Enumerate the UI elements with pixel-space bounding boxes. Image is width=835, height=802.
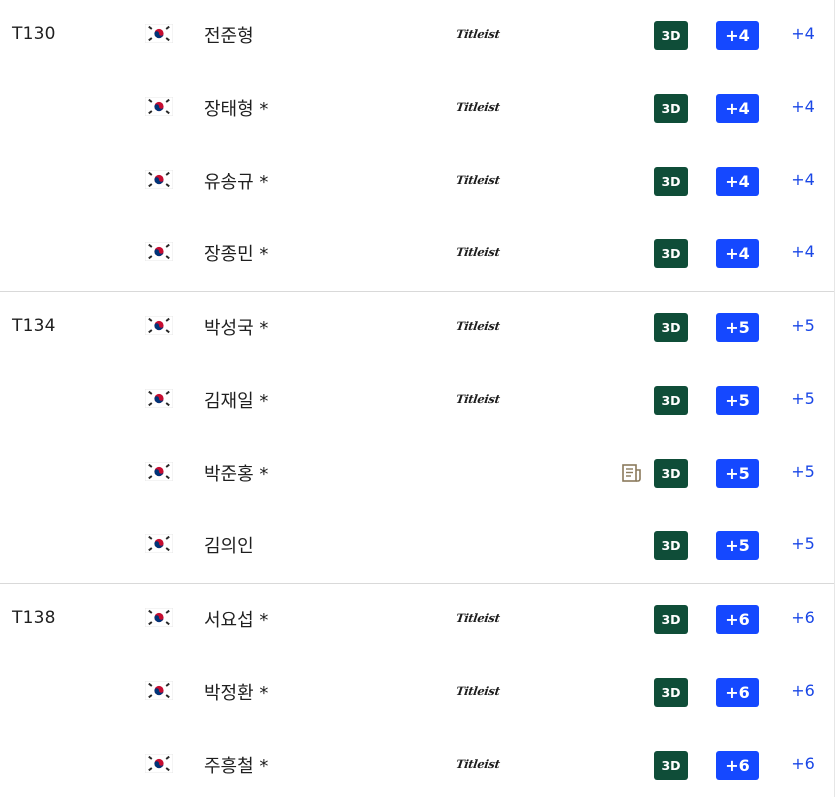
score-badge[interactable]: +5 [716,531,759,560]
three-d-button[interactable]: 3D [654,239,688,268]
score-badge[interactable]: +4 [716,94,759,123]
three-d-button[interactable]: 3D [654,459,688,488]
total-score: +4 [785,242,821,261]
total-score: +5 [785,534,821,553]
equipment-brand-logo: Titleist [455,319,501,333]
total-score: +6 [785,754,821,773]
leaderboard: T130 전준형 Titleist 3D +4 +4 장태형 * Titleis… [0,0,835,797]
korea-flag-icon [145,462,173,481]
three-d-button[interactable]: 3D [654,94,688,123]
three-d-button[interactable]: 3D [654,605,688,634]
player-row[interactable]: 박정환 * Titleist 3D +6 +6 [0,657,834,730]
score-badge[interactable]: +6 [716,678,759,707]
total-score: +5 [785,389,821,408]
score-badge[interactable]: +6 [716,605,759,634]
player-name[interactable]: 박정환 * [204,679,268,705]
leaderboard-group: T134 박성국 * Titleist 3D +5 +5 김재일 * Title… [0,292,834,584]
player-name[interactable]: 전준형 [204,22,254,48]
total-score: +4 [785,24,821,43]
korea-flag-icon [145,389,173,408]
player-name[interactable]: 유송규 * [204,168,268,194]
korea-flag-icon [145,608,173,627]
three-d-button[interactable]: 3D [654,531,688,560]
score-badge[interactable]: +4 [716,239,759,268]
korea-flag-icon [145,170,173,189]
score-badge[interactable]: +6 [716,751,759,780]
leaderboard-group: T138 서요섭 * Titleist 3D +6 +6 박정환 * Title… [0,584,834,802]
player-row[interactable]: T130 전준형 Titleist 3D +4 +4 [0,0,834,73]
korea-flag-icon [145,681,173,700]
player-row[interactable]: 장태형 * Titleist 3D +4 +4 [0,73,834,146]
score-badge[interactable]: +4 [716,167,759,196]
player-name[interactable]: 김의인 [204,532,254,558]
total-score: +5 [785,462,821,481]
player-name[interactable]: 박준홍 * [204,460,268,486]
equipment-brand-logo: Titleist [455,173,501,187]
korea-flag-icon [145,24,173,43]
total-score: +6 [785,608,821,627]
score-badge[interactable]: +5 [716,313,759,342]
korea-flag-icon [145,242,173,261]
player-row[interactable]: 김의인 3D +5 +5 [0,510,834,583]
three-d-button[interactable]: 3D [654,21,688,50]
equipment-brand-logo: Titleist [455,611,501,625]
three-d-button[interactable]: 3D [654,678,688,707]
leaderboard-group: T130 전준형 Titleist 3D +4 +4 장태형 * Titleis… [0,0,834,292]
score-badge[interactable]: +4 [716,21,759,50]
player-name[interactable]: 장종민 * [204,240,268,266]
player-row[interactable]: 유송규 * Titleist 3D +4 +4 [0,146,834,219]
three-d-button[interactable]: 3D [654,167,688,196]
player-row[interactable]: 박준홍 * 3D +5 +5 [0,438,834,511]
equipment-brand-logo: Titleist [455,245,501,259]
player-row[interactable]: 김재일 * Titleist 3D +5 +5 [0,365,834,438]
player-name[interactable]: 장태형 * [204,95,268,121]
korea-flag-icon [145,316,173,335]
equipment-brand-logo: Titleist [455,684,501,698]
player-name[interactable]: 주흥철 * [204,752,268,778]
korea-flag-icon [145,534,173,553]
player-row[interactable]: T138 서요섭 * Titleist 3D +6 +6 [0,584,834,657]
three-d-button[interactable]: 3D [654,386,688,415]
total-score: +6 [785,681,821,700]
total-score: +4 [785,97,821,116]
three-d-button[interactable]: 3D [654,751,688,780]
equipment-brand-logo: Titleist [455,757,501,771]
player-name[interactable]: 김재일 * [204,387,268,413]
total-score: +5 [785,316,821,335]
player-row[interactable]: T134 박성국 * Titleist 3D +5 +5 [0,292,834,365]
player-row[interactable]: 주흥철 * Titleist 3D +6 +6 [0,730,834,802]
position-label: T134 [12,316,56,336]
three-d-button[interactable]: 3D [654,313,688,342]
score-badge[interactable]: +5 [716,459,759,488]
player-name[interactable]: 박성국 * [204,314,268,340]
equipment-brand-logo: Titleist [455,392,501,406]
score-badge[interactable]: +5 [716,386,759,415]
equipment-brand-logo: Titleist [455,27,501,41]
player-row[interactable]: 장종민 * Titleist 3D +4 +4 [0,218,834,291]
position-label: T138 [12,608,56,628]
equipment-brand-logo: Titleist [455,100,501,114]
news-article-icon[interactable] [621,463,643,483]
korea-flag-icon [145,97,173,116]
position-label: T130 [12,24,56,44]
korea-flag-icon [145,754,173,773]
player-name[interactable]: 서요섭 * [204,606,268,632]
total-score: +4 [785,170,821,189]
